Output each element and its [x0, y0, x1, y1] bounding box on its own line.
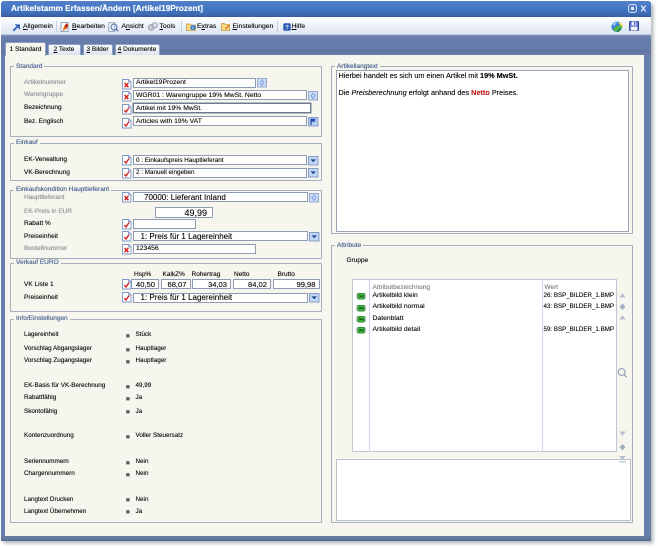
svg-text:?: ?	[285, 24, 289, 31]
